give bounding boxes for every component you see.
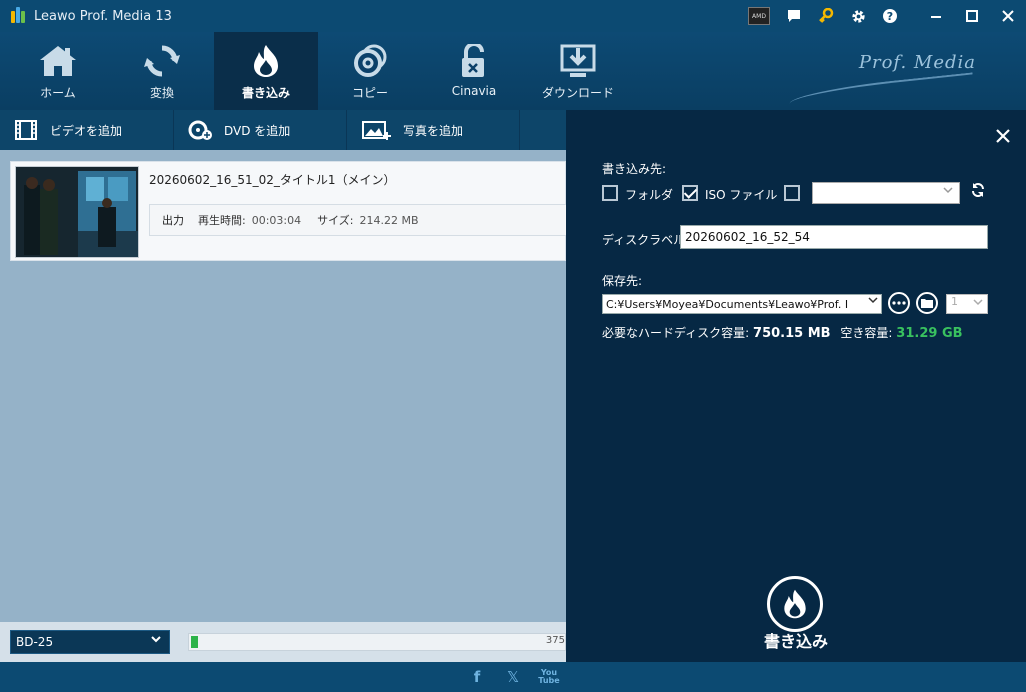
film-icon — [15, 120, 37, 140]
capacity-text: 375 — [545, 635, 565, 646]
chevron-down-icon — [943, 185, 953, 198]
x-twitter-icon[interactable]: 𝕏 — [495, 668, 531, 686]
open-folder-button[interactable] — [916, 292, 938, 314]
download-icon — [560, 44, 596, 77]
burn-button-label[interactable]: 書き込み — [746, 628, 846, 652]
burn-flame-icon — [784, 589, 806, 619]
folder-icon — [921, 299, 933, 308]
disc-type-select[interactable]: BD-25 — [10, 630, 170, 654]
browse-more-button[interactable] — [888, 292, 910, 314]
chevron-down-icon — [151, 634, 161, 647]
iso-label: ISO ファイル — [705, 188, 778, 202]
maximize-icon[interactable] — [954, 0, 990, 32]
tab-home[interactable]: ホーム — [6, 32, 110, 110]
drive-checkbox[interactable] — [784, 185, 800, 201]
add-toolbar: ビデオを追加 DVD を追加 写真を追加 — [0, 110, 566, 150]
brand-swoosh — [788, 72, 975, 112]
disc-status-bar: BD-25 375 — [0, 622, 566, 662]
refresh-icon[interactable] — [968, 182, 988, 202]
iso-checkbox[interactable] — [682, 185, 698, 201]
help-icon[interactable]: ? — [874, 0, 906, 32]
file-name: 20260602_16_51_02_タイトル1（メイン） — [149, 173, 396, 187]
required-space-value: 750.15 MB — [753, 326, 831, 341]
gear-icon[interactable] — [842, 0, 874, 32]
more-dots-icon — [892, 301, 906, 305]
disc-label-input[interactable]: 20260602_16_52_54 — [680, 225, 988, 249]
file-meta: 出力 再生時間: 00:03:04 サイズ: 214.22 MB — [149, 204, 567, 236]
home-icon — [40, 46, 76, 76]
amd-badge-icon: AMD — [748, 7, 770, 25]
minimize-icon[interactable] — [918, 0, 954, 32]
cinavia-lock-icon — [462, 44, 484, 77]
duration-value: 00:03:04 — [251, 213, 302, 227]
tab-burn[interactable]: 書き込み — [214, 32, 318, 110]
photo-add-icon — [362, 121, 391, 140]
close-icon[interactable] — [990, 0, 1026, 32]
app-title: Leawo Prof. Media 13 — [34, 8, 172, 24]
tab-download[interactable]: ダウンロード — [526, 32, 630, 110]
size-value: 214.22 MB — [359, 213, 419, 227]
add-video-button[interactable]: ビデオを追加 — [0, 110, 174, 150]
main-nav: ホーム 変換 書き込み コピー Cinavia ダウンロード Prof. Med… — [0, 32, 1026, 112]
add-dvd-button[interactable]: DVD を追加 — [174, 110, 347, 150]
tab-copy[interactable]: コピー — [318, 32, 422, 110]
output-label[interactable]: 出力 — [162, 212, 184, 228]
footer: f 𝕏 You Tube — [0, 662, 1026, 692]
add-photo-button[interactable]: 写真を追加 — [347, 110, 520, 150]
copy-disc-icon — [354, 44, 387, 77]
chevron-down-icon — [865, 295, 881, 313]
video-thumbnail — [15, 166, 139, 258]
tab-convert[interactable]: 変換 — [110, 32, 214, 110]
convert-icon — [144, 45, 180, 77]
burn-button[interactable] — [767, 576, 823, 632]
disc-add-icon — [188, 120, 212, 140]
disc-capacity-bar: 375 — [188, 633, 566, 651]
key-icon[interactable] — [810, 0, 842, 32]
file-list: 20260602_16_51_02_タイトル1（メイン） 出力 再生時間: 00… — [0, 150, 567, 622]
chevron-down-icon — [973, 297, 983, 310]
app-logo-icon — [10, 7, 28, 25]
title-bar: Leawo Prof. Media 13 AMD ? — [0, 0, 1026, 32]
svg-text:?: ? — [887, 10, 893, 23]
close-panel-icon[interactable] — [996, 124, 1010, 148]
disk-space-info: 必要なハードディスク容量: 750.15 MB 空き容量: 31.29 GB — [602, 326, 963, 341]
burn-to-label: 書き込み先: — [602, 162, 667, 176]
tab-cinavia[interactable]: Cinavia — [422, 32, 526, 110]
copies-select[interactable]: 1 — [946, 294, 988, 314]
save-path-select[interactable]: C:¥Users¥Moyea¥Documents¥Leawo¥Prof. I — [602, 294, 882, 314]
folder-label: フォルダ — [625, 188, 674, 202]
list-item[interactable]: 20260602_16_51_02_タイトル1（メイン） 出力 再生時間: 00… — [10, 161, 567, 261]
facebook-icon[interactable]: f — [459, 668, 495, 686]
disc-label-label: ディスクラベル: — [602, 233, 690, 247]
youtube-icon[interactable]: You Tube — [531, 669, 567, 685]
burn-settings-panel: 書き込み先: フォルダ ISO ファイル ディスクラベル: 20260602_1… — [566, 110, 1026, 662]
drive-select[interactable] — [812, 182, 960, 204]
feedback-icon[interactable] — [778, 0, 810, 32]
save-to-label: 保存先: — [602, 274, 643, 288]
burn-icon — [254, 45, 278, 77]
free-space-value: 31.29 GB — [896, 326, 963, 341]
capacity-fill — [191, 636, 198, 648]
brand-logo: Prof. Media — [858, 52, 976, 73]
folder-checkbox[interactable] — [602, 185, 618, 201]
